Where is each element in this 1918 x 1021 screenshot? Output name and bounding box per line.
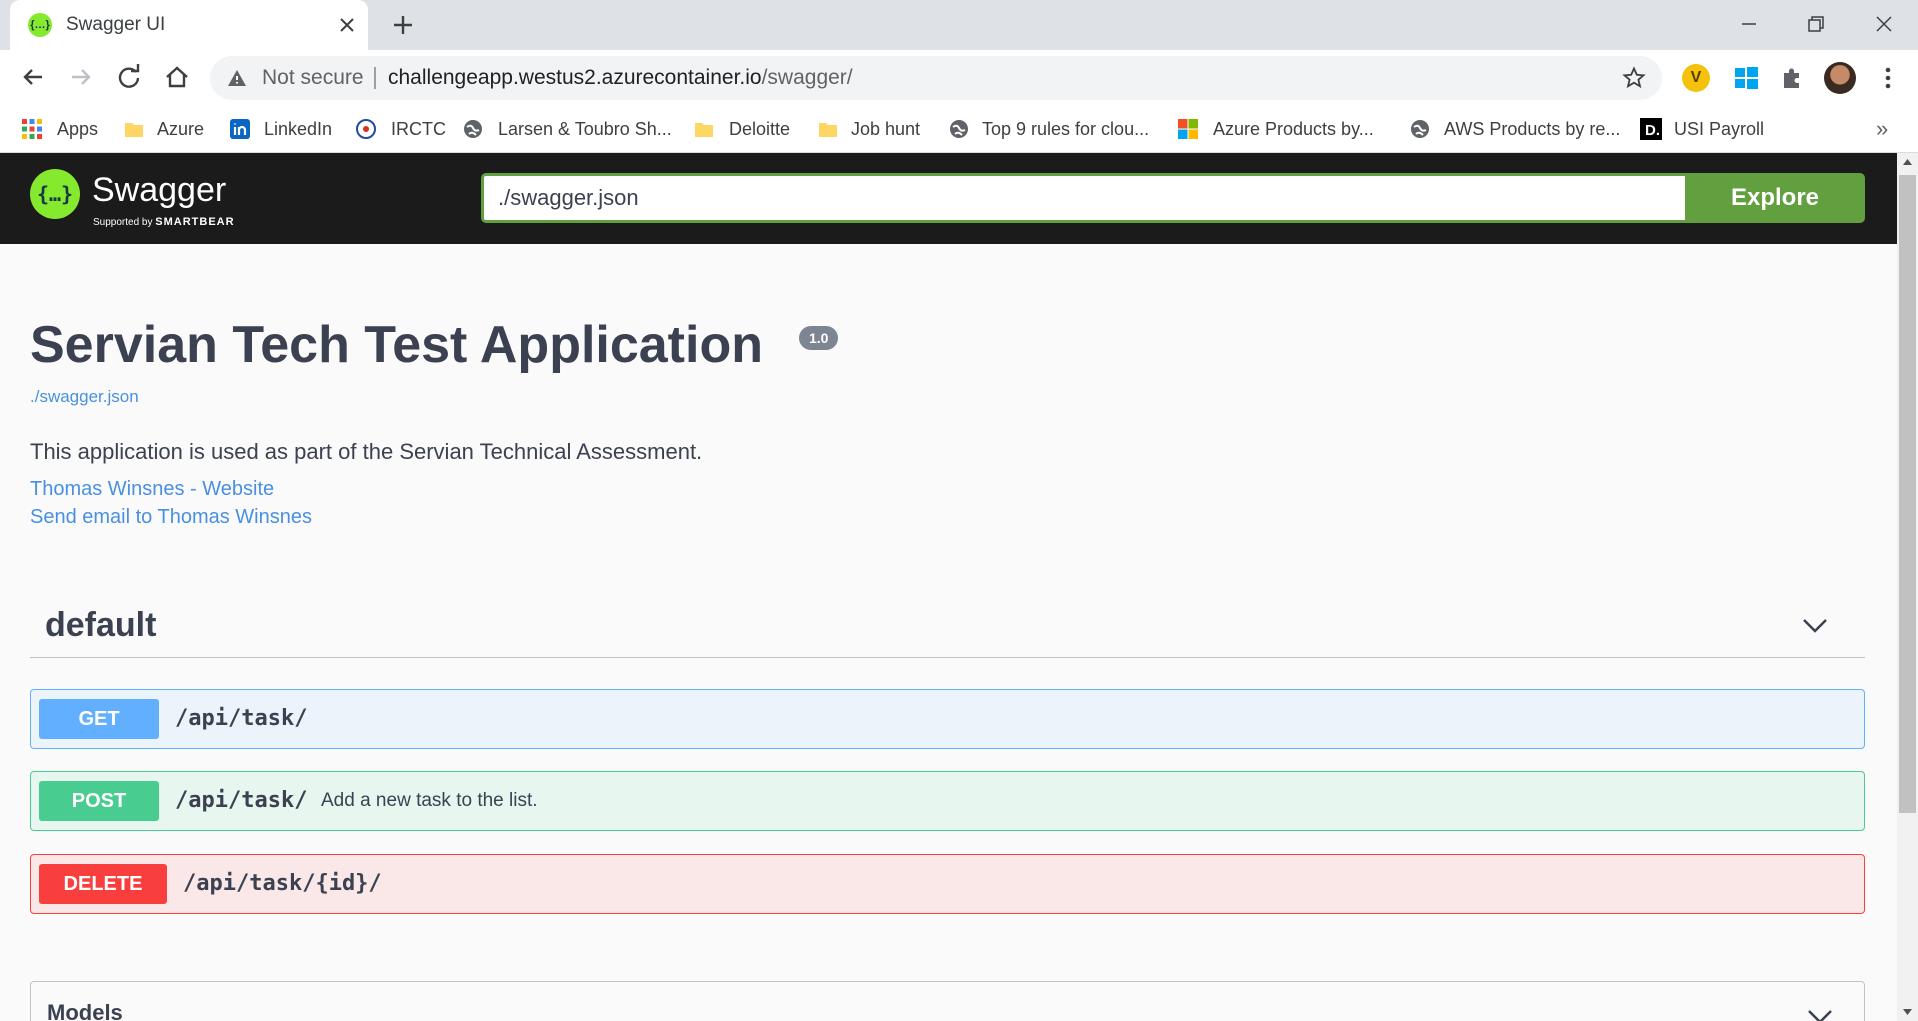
new-tab-icon[interactable] xyxy=(390,12,416,38)
linkedin-icon xyxy=(230,119,250,139)
url-host: challengeapp.westus2.azurecontainer.io xyxy=(388,66,762,89)
method-badge-post: POST xyxy=(39,781,159,821)
operation-path: /api/task/ xyxy=(175,788,308,813)
spec-url-input[interactable] xyxy=(481,173,1685,223)
bookmark-star-icon[interactable] xyxy=(1622,66,1646,90)
minimize-window-icon[interactable] xyxy=(1735,10,1763,38)
bookmark-label: Apps xyxy=(57,119,99,139)
address-bar[interactable]: Not secure challengeapp.westus2.azurecon… xyxy=(210,56,1662,100)
operation-get-task[interactable]: GET /api/task/ xyxy=(30,689,1865,749)
folder-icon xyxy=(125,123,143,137)
profile-avatar[interactable] xyxy=(1824,62,1856,94)
scroll-down-arrow-icon[interactable] xyxy=(1902,1008,1913,1016)
operation-delete-task[interactable]: DELETE /api/task/{id}/ xyxy=(30,854,1865,914)
api-title: Servian Tech Test Application xyxy=(30,316,763,374)
svg-text:D.: D. xyxy=(1645,122,1660,139)
close-window-icon[interactable] xyxy=(1870,10,1898,38)
swagger-logo-icon: {…} xyxy=(30,169,80,219)
bookmark-label: USI Payroll xyxy=(1674,119,1765,139)
scrollbar-thumb[interactable] xyxy=(1899,175,1916,813)
bookmark-label: Azure xyxy=(157,119,205,139)
chevron-down-icon[interactable] xyxy=(1806,1004,1834,1021)
apps-grid-icon xyxy=(22,119,42,139)
operation-path: /api/task/ xyxy=(175,706,308,731)
method-badge-delete: DELETE xyxy=(39,864,167,904)
warning-triangle-icon[interactable] xyxy=(226,67,248,89)
bookmark-label: IRCTC xyxy=(391,119,446,139)
contact-website-link[interactable]: Thomas Winsnes - Website xyxy=(30,478,274,501)
globe-icon xyxy=(1411,120,1429,138)
extensions-puzzle-icon[interactable] xyxy=(1778,64,1806,92)
globe-icon xyxy=(464,120,482,138)
forward-arrow-icon[interactable] xyxy=(66,62,96,92)
restore-window-icon[interactable] xyxy=(1802,10,1830,38)
operation-summary: Add a new task to the list. xyxy=(321,790,538,811)
bookmark-label: Deloitte xyxy=(729,119,791,139)
page-viewport: {…} Swagger Supported by SMARTBEAR Explo… xyxy=(0,153,1897,1021)
browser-tab-strip: {…} Swagger UI xyxy=(0,0,1918,50)
back-arrow-icon[interactable] xyxy=(18,62,48,92)
more-bookmarks-chevron-icon[interactable]: » xyxy=(1876,106,1888,152)
chevron-down-icon[interactable] xyxy=(1801,613,1829,637)
models-title: Models xyxy=(47,1000,123,1021)
home-icon[interactable] xyxy=(162,62,192,92)
folder-icon xyxy=(819,123,837,137)
d-logo-icon: D. xyxy=(1640,118,1662,140)
method-badge-get: GET xyxy=(39,699,159,739)
bookmark-label: LinkedIn xyxy=(264,119,333,139)
tag-name: default xyxy=(45,606,157,644)
browser-toolbar: Not secure challengeapp.westus2.azurecon… xyxy=(0,50,1918,106)
bookmarks-bar: Apps Azure LinkedIn IRCTC Larsen & Toubr… xyxy=(0,106,1918,153)
operation-path: /api/task/{id}/ xyxy=(183,871,382,896)
api-description: This application is used as part of the … xyxy=(30,439,703,464)
bookmark-label: Top 9 rules for clou... xyxy=(982,119,1150,139)
bookmark-label: Azure Products by... xyxy=(1213,119,1374,139)
url-text[interactable]: challengeapp.westus2.azurecontainer.io/s… xyxy=(388,56,853,100)
reload-icon[interactable] xyxy=(114,62,144,92)
browser-tab[interactable]: {…} Swagger UI xyxy=(10,0,368,50)
irctc-icon xyxy=(356,119,376,139)
operation-post-task[interactable]: POST /api/task/ Add a new task to the li… xyxy=(30,771,1865,831)
models-section[interactable]: Models xyxy=(30,981,1865,1021)
windows-extension-icon[interactable] xyxy=(1732,64,1760,92)
microsoft-icon xyxy=(1178,119,1198,139)
swagger-favicon-icon: {…} xyxy=(28,13,52,37)
contact-email-link[interactable]: Send email to Thomas Winsnes xyxy=(30,506,312,529)
folder-icon xyxy=(695,123,713,137)
browser-menu-icon[interactable] xyxy=(1874,64,1902,92)
bookmark-label: Job hunt xyxy=(851,119,921,139)
smartbear-label: SMARTBEAR xyxy=(155,216,235,228)
bookmark-label: AWS Products by re... xyxy=(1444,119,1621,139)
swagger-logo-text: Swagger xyxy=(92,171,227,209)
version-badge: 1.0 xyxy=(799,326,839,350)
supported-by-text: Supported by SMARTBEAR xyxy=(93,216,235,228)
swagger-topbar: {…} Swagger Supported by SMARTBEAR Explo… xyxy=(0,153,1897,244)
spec-url-link[interactable]: ./swagger.json xyxy=(30,387,139,407)
page-scrollbar[interactable] xyxy=(1897,153,1918,1021)
close-tab-icon[interactable] xyxy=(336,14,358,36)
tag-section-default[interactable]: default xyxy=(30,593,1865,658)
address-divider xyxy=(374,67,376,89)
scroll-up-arrow-icon[interactable] xyxy=(1902,158,1913,166)
supported-by-label: Supported by xyxy=(93,217,153,228)
v-extension-icon[interactable]: V xyxy=(1682,64,1710,92)
explore-button[interactable]: Explore xyxy=(1685,173,1865,223)
bookmark-label: Larsen & Toubro Sh... xyxy=(498,119,672,139)
tab-title: Swagger UI xyxy=(66,14,166,35)
not-secure-label[interactable]: Not secure xyxy=(262,56,364,100)
globe-icon xyxy=(950,120,968,138)
url-path: /swagger/ xyxy=(761,66,853,89)
